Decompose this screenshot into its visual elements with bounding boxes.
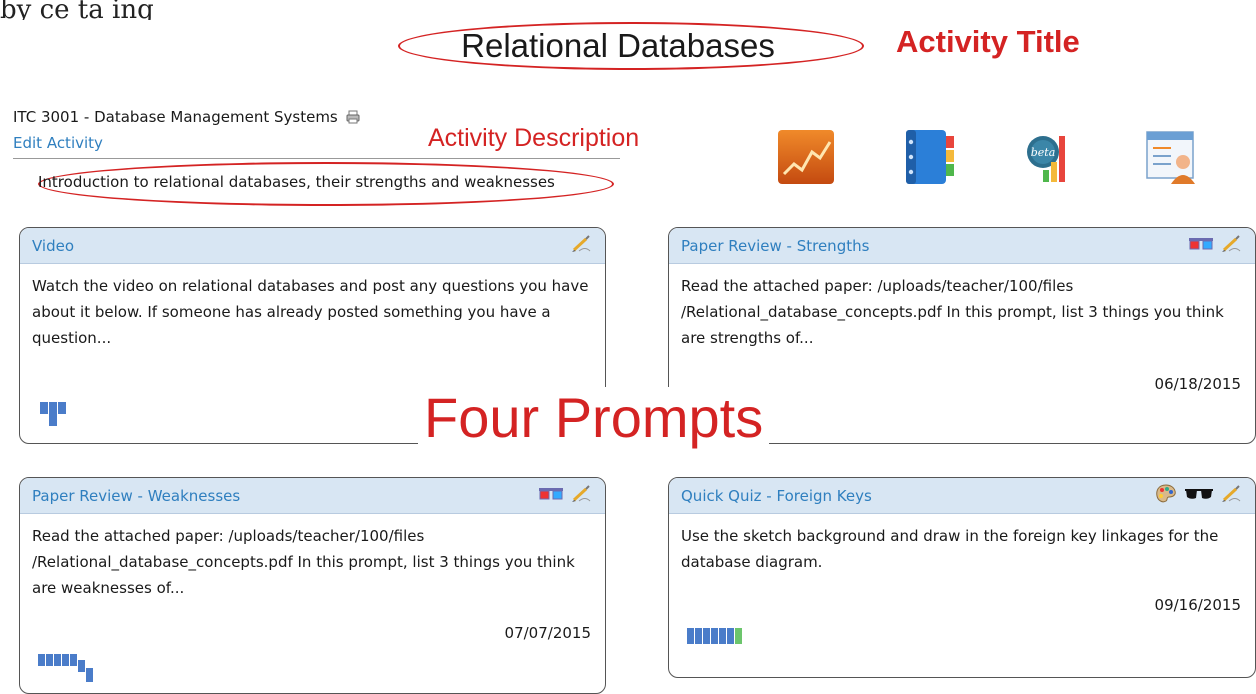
print-icon[interactable] [346, 110, 360, 124]
edit-icon[interactable] [571, 234, 591, 257]
annotation-activity-title: Activity Title [896, 24, 1080, 59]
prompt-body: Watch the video on relational databases … [32, 277, 589, 347]
prompt-card-quiz[interactable]: Quick Quiz - Foreign Keys Use the sketch… [668, 477, 1256, 678]
prompt-title[interactable]: Paper Review - Weaknesses [32, 487, 539, 505]
roster-icon[interactable] [1141, 128, 1201, 186]
edit-icon[interactable] [1221, 484, 1241, 507]
activity-title-region: Relational Databases [398, 22, 864, 70]
prompt-title[interactable]: Video [32, 237, 571, 255]
edit-icon[interactable] [571, 484, 591, 507]
activity-title: Relational Databases [461, 27, 775, 64]
prompt-body: Read the attached paper: /uploads/teache… [681, 277, 1224, 347]
course-name-row: ITC 3001 - Database Management Systems [13, 108, 360, 126]
notebook-icon[interactable] [900, 128, 960, 186]
prompt-card-header: Paper Review - Strengths [669, 228, 1255, 264]
prompt-body: Read the attached paper: /uploads/teache… [32, 527, 575, 597]
svg-text:beta: beta [1031, 146, 1056, 159]
prompt-date: 07/07/2015 [504, 624, 591, 642]
course-name: ITC 3001 - Database Management Systems [13, 108, 338, 126]
prompt-title[interactable]: Quick Quiz - Foreign Keys [681, 487, 1155, 505]
prompt-date: 06/18/2015 [1154, 375, 1241, 393]
prompt-title[interactable]: Paper Review - Strengths [681, 237, 1189, 255]
edit-icon[interactable] [1221, 234, 1241, 257]
prompt-card-weaknesses[interactable]: Paper Review - Weaknesses Read the attac… [19, 477, 606, 694]
prompt-body: Use the sketch background and draw in th… [681, 527, 1219, 571]
header-divider [13, 158, 620, 159]
beta-stats-icon[interactable]: beta [1023, 128, 1083, 186]
prompt-card-header: Quick Quiz - Foreign Keys [669, 478, 1255, 514]
prompt-date: 09/16/2015 [1154, 596, 1241, 614]
prompt-card-header: Video [20, 228, 605, 264]
annotation-activity-description: Activity Description [428, 124, 640, 152]
activity-description: Introduction to relational databases, th… [38, 173, 555, 191]
3d-glasses-icon[interactable] [539, 486, 563, 506]
activity-description-region: Introduction to relational databases, th… [38, 162, 614, 206]
edit-activity-link[interactable]: Edit Activity [13, 134, 103, 152]
response-sparkline [687, 628, 742, 644]
analytics-icon[interactable] [776, 128, 836, 186]
sunglasses-icon[interactable] [1185, 486, 1213, 505]
annotation-four-prompts: Four Prompts [418, 387, 770, 449]
response-sparkline [38, 654, 93, 682]
prompt-card-header: Paper Review - Weaknesses [20, 478, 605, 514]
palette-icon[interactable] [1155, 483, 1177, 508]
top-text-fragment: by ce ta ing [0, 0, 154, 20]
response-sparkline [40, 402, 66, 426]
3d-glasses-icon[interactable] [1189, 236, 1213, 256]
